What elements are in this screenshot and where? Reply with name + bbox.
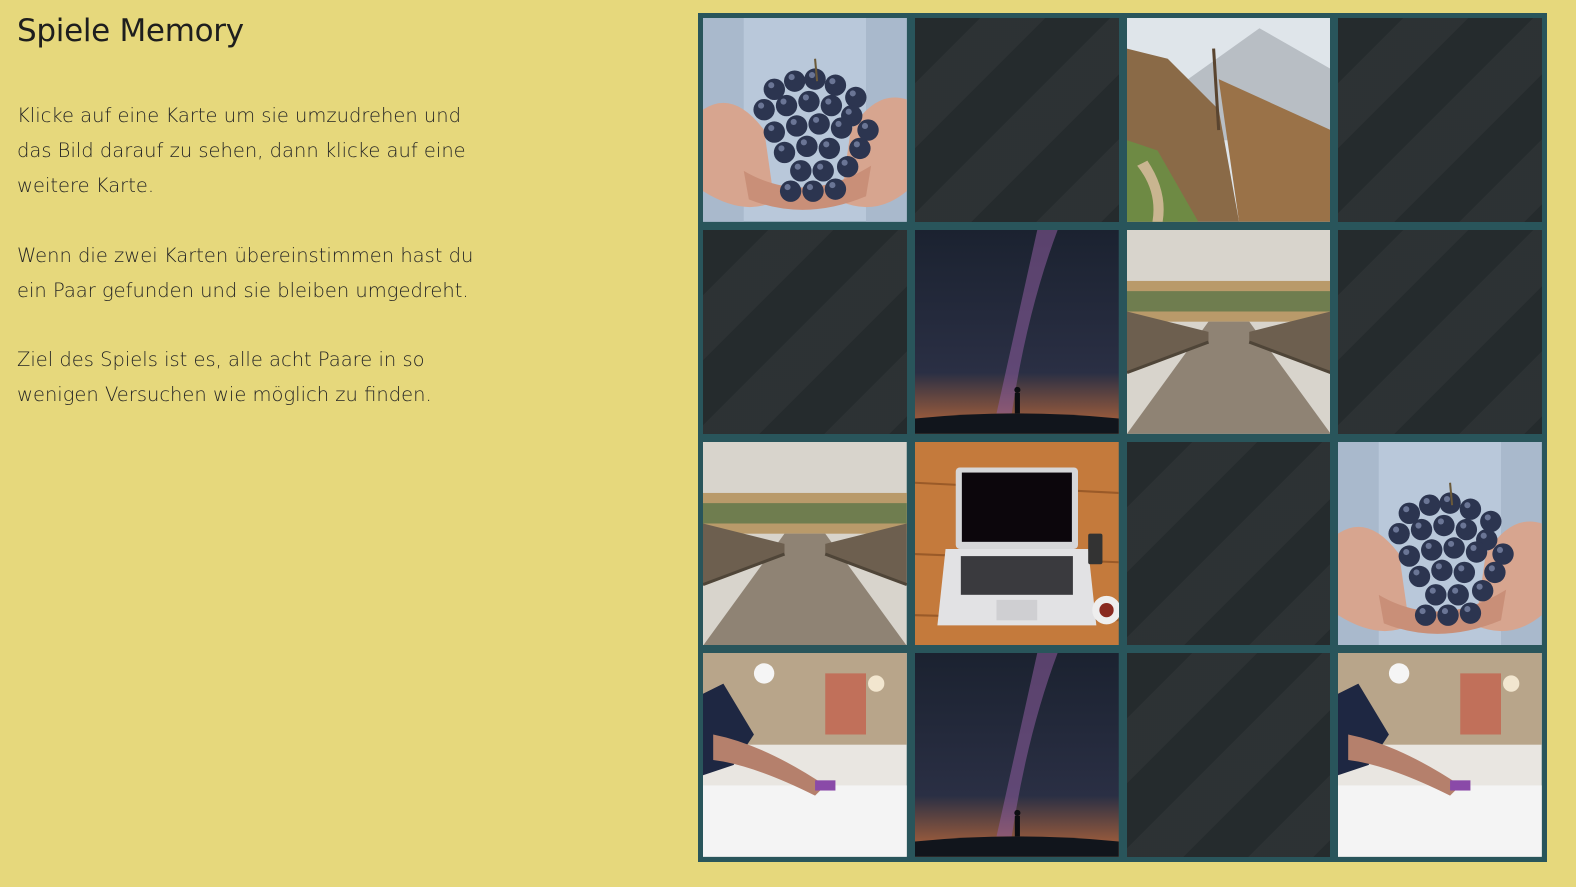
milky-way-image	[914, 229, 1119, 434]
wooden-bridge-image	[703, 441, 907, 646]
memory-board	[698, 13, 1547, 862]
grapes-image	[703, 18, 907, 222]
card-face-up-laptop[interactable]	[914, 441, 1119, 646]
memory-game-page: Spiele Memory Klicke auf eine Karte um s…	[0, 0, 1576, 887]
card-face-up-wooden-bridge[interactable]	[1126, 229, 1331, 434]
mixing-console-image	[703, 653, 907, 857]
instruction-paragraph: Ziel des Spiels ist es, alle acht Paare …	[17, 348, 432, 406]
mixing-console-image	[1338, 653, 1542, 857]
card-face-down[interactable]	[1126, 441, 1331, 646]
laptop-image	[914, 441, 1119, 646]
card-face-down[interactable]	[1338, 18, 1542, 222]
card-face-up-mountain-forest[interactable]	[1126, 18, 1331, 222]
card-face-up-wooden-bridge[interactable]	[703, 441, 907, 646]
card-face-down[interactable]	[1338, 229, 1542, 434]
card-face-up-milky-way[interactable]	[914, 653, 1119, 857]
milky-way-image	[914, 653, 1119, 857]
card-face-up-mixing-console[interactable]	[1338, 653, 1542, 857]
card-face-down[interactable]	[914, 18, 1119, 222]
instructions-panel: Spiele Memory Klicke auf eine Karte um s…	[17, 10, 497, 447]
card-face-up-grapes[interactable]	[703, 18, 907, 222]
card-face-up-grapes[interactable]	[1338, 441, 1542, 646]
card-face-up-mixing-console[interactable]	[703, 653, 907, 857]
mountain-forest-image	[1126, 18, 1331, 222]
grapes-image	[1338, 441, 1542, 646]
card-face-down[interactable]	[1126, 653, 1331, 857]
wooden-bridge-image	[1126, 229, 1331, 434]
instruction-paragraph: Wenn die zwei Karten übereinstimmen hast…	[17, 243, 474, 302]
card-face-down[interactable]	[703, 229, 907, 434]
page-title: Spiele Memory	[17, 13, 244, 49]
card-face-up-milky-way[interactable]	[914, 229, 1119, 434]
instruction-paragraph: Klicke auf eine Karte um sie umzudrehen …	[17, 104, 466, 197]
